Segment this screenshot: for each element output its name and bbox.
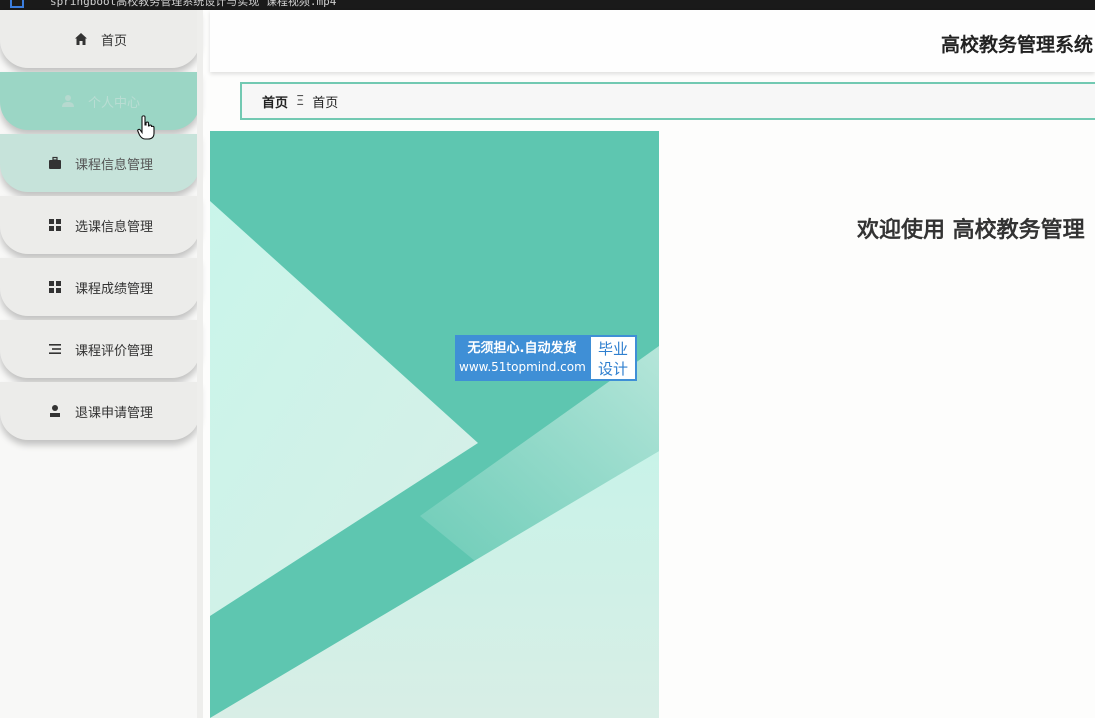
sidebar-item-course-grades[interactable]: 课程成绩管理 xyxy=(0,258,200,316)
watermark-slogan: 无须担心.自动发货 xyxy=(467,341,577,356)
watermark-tag-line1: 毕业 xyxy=(597,340,628,358)
video-title-bar: springboot高校教务管理系统设计与实现 课程视频.mp4 xyxy=(0,0,1095,10)
breadcrumb-current: 首页 xyxy=(312,95,339,111)
breadcrumb-separator-icon: Ξ xyxy=(296,93,305,109)
sidebar-item-course-info[interactable]: 课程信息管理 xyxy=(0,134,200,192)
decorative-banner-image xyxy=(210,131,659,718)
briefcase-icon xyxy=(47,155,63,171)
person-icon xyxy=(47,403,63,419)
top-header: 高校教务管理系统 xyxy=(210,10,1095,72)
watermark-text-block: 无须担心.自动发货 www.51topmind.com xyxy=(455,335,589,381)
home-icon xyxy=(73,31,89,47)
sidebar-item-label: 课程信息管理 xyxy=(74,157,153,173)
window-icon xyxy=(10,0,24,8)
watermark-badge: 无须担心.自动发货 www.51topmind.com 毕业 设计 xyxy=(455,335,637,381)
watermark-url: www.51topmind.com xyxy=(459,360,586,374)
watermark-tag: 毕业 设计 xyxy=(589,335,637,381)
list-icon xyxy=(47,341,63,357)
user-icon xyxy=(60,93,76,109)
system-title: 高校教务管理系统 xyxy=(941,34,1094,56)
banner-graphic xyxy=(210,131,659,718)
sidebar-item-label: 个人中心 xyxy=(87,95,140,111)
sidebar-item-label: 退课申请管理 xyxy=(74,405,153,421)
window-title: springboot高校教务管理系统设计与实现 课程视频.mp4 xyxy=(50,0,337,8)
welcome-heading: 欢迎使用 高校教务管理 xyxy=(857,218,1085,243)
sidebar-item-drop-course[interactable]: 退课申请管理 xyxy=(0,382,200,440)
breadcrumb: 首页 Ξ 首页 xyxy=(240,82,1095,120)
grid-icon xyxy=(47,217,63,233)
sidebar-item-label: 课程成绩管理 xyxy=(74,281,153,297)
sidebar-item-label: 选课信息管理 xyxy=(74,219,153,235)
sidebar-item-course-selection[interactable]: 选课信息管理 xyxy=(0,196,200,254)
sidebar-item-profile[interactable]: 个人中心 xyxy=(0,72,200,130)
watermark-tag-line2: 设计 xyxy=(597,360,628,378)
sidebar: 首页 个人中心 课程信息管理 选课信息管理 课程成绩管理 课程评价管理 退课申请… xyxy=(0,10,203,718)
sidebar-item-home[interactable]: 首页 xyxy=(0,10,200,68)
grid-icon xyxy=(47,279,63,295)
breadcrumb-home-link[interactable]: 首页 xyxy=(262,92,288,111)
sidebar-item-course-evaluation[interactable]: 课程评价管理 xyxy=(0,320,200,378)
sidebar-item-label: 课程评价管理 xyxy=(74,343,153,359)
sidebar-item-label: 首页 xyxy=(100,33,127,49)
